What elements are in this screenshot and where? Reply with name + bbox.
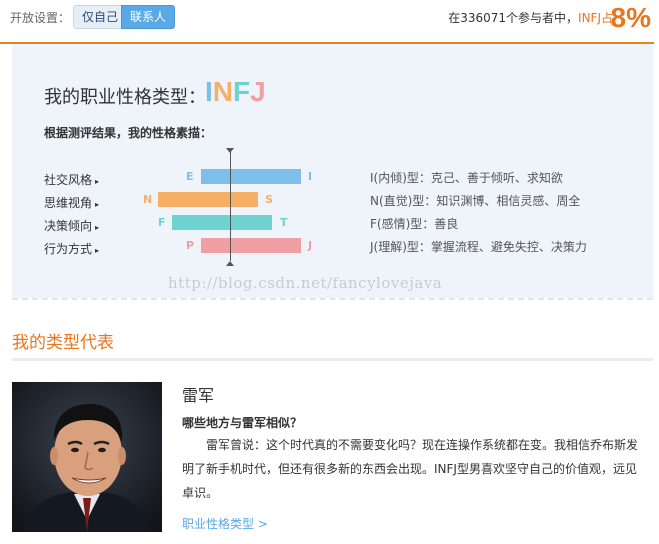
dimension-label-text: 社交风格 [44,173,93,187]
type-code: INFJ [205,76,266,108]
privacy-option-contacts[interactable]: 联系人 [121,5,176,29]
dimension-desc: F(感情)型：善良 [370,217,459,231]
pole-left-letter: N [143,193,153,206]
privacy-setting-label: 开放设置： [10,11,71,25]
pole-right-letter: T [280,216,288,229]
person-name: 雷军 [182,386,215,405]
pole-right-letter: I [308,170,313,183]
portrait-photo [12,382,162,532]
dimension-bar-social [201,169,301,184]
dimension-bar-thinking [158,192,258,207]
person-quote: 雷军曾说：这个时代真的不需要变化吗？现在连操作系统都在变。我相信乔布斯发明了新手… [182,438,639,500]
arrow-right-icon: ▸ [95,200,100,209]
dimension-label-thinking[interactable]: 思维视角 ▸ [44,194,99,211]
arrow-right-icon: ▸ [95,223,100,232]
dimension-label-behavior[interactable]: 行为方式 ▸ [44,240,99,257]
dimension-desc: J(理解)型：掌握流程、避免失控、决策力 [370,240,587,254]
dimension-desc: N(直觉)型：知识渊博、相信灵感、周全 [370,194,581,208]
dimension-bar-decision [172,215,272,230]
arrow-right-icon: ▸ [95,246,100,255]
axis-bottom-marker-icon [226,261,234,266]
pole-left-letter: E [186,170,194,183]
pole-left-letter: P [186,239,195,252]
dimension-label-text: 思维视角 [44,196,93,210]
section-title: 我的类型代表 [12,333,114,353]
portrait-illustration [12,382,162,532]
result-subtitle: 根据测评结果，我的性格素描： [44,126,213,140]
watermark-text: http://blog.csdn.net/fancylovejava [168,274,443,292]
dimension-label-decision[interactable]: 决策倾向 ▸ [44,217,99,234]
dimension-label-social[interactable]: 社交风格 ▸ [44,171,99,188]
dimension-bar-behavior [201,238,301,253]
type-letter: F [233,76,251,107]
privacy-option-private[interactable]: 仅自己 [73,5,128,29]
center-axis [230,151,231,261]
result-title: 我的职业性格类型： [44,87,206,108]
section-divider [12,358,653,361]
type-letter: I [205,76,213,107]
type-percent: 8% [610,2,651,33]
pole-right-letter: J [308,239,313,252]
personality-types-link[interactable]: 职业性格类型 > [182,515,268,532]
participant-count-text: 在336071个参与者中， [448,11,579,25]
top-bar: 开放设置： 仅自己 联系人 在336071个参与者中，INFJ占 8% [0,0,659,40]
dimension-label-text: 行为方式 [44,242,93,256]
result-panel-border [12,298,653,300]
type-letter: J [250,76,266,107]
dimension-desc: I(内倾)型：克己、善于倾听、求知欲 [370,171,563,185]
participant-stat: 在336071个参与者中，INFJ占 [448,9,613,26]
pole-right-letter: S [265,193,273,206]
dimension-label-text: 决策倾向 [44,219,93,233]
type-letter: N [212,76,234,107]
pole-left-letter: F [158,216,166,229]
arrow-right-icon: ▸ [95,177,100,186]
similarity-question: 哪些地方与雷军相似？ [182,416,303,430]
type-share-text: INFJ占 [578,11,613,25]
